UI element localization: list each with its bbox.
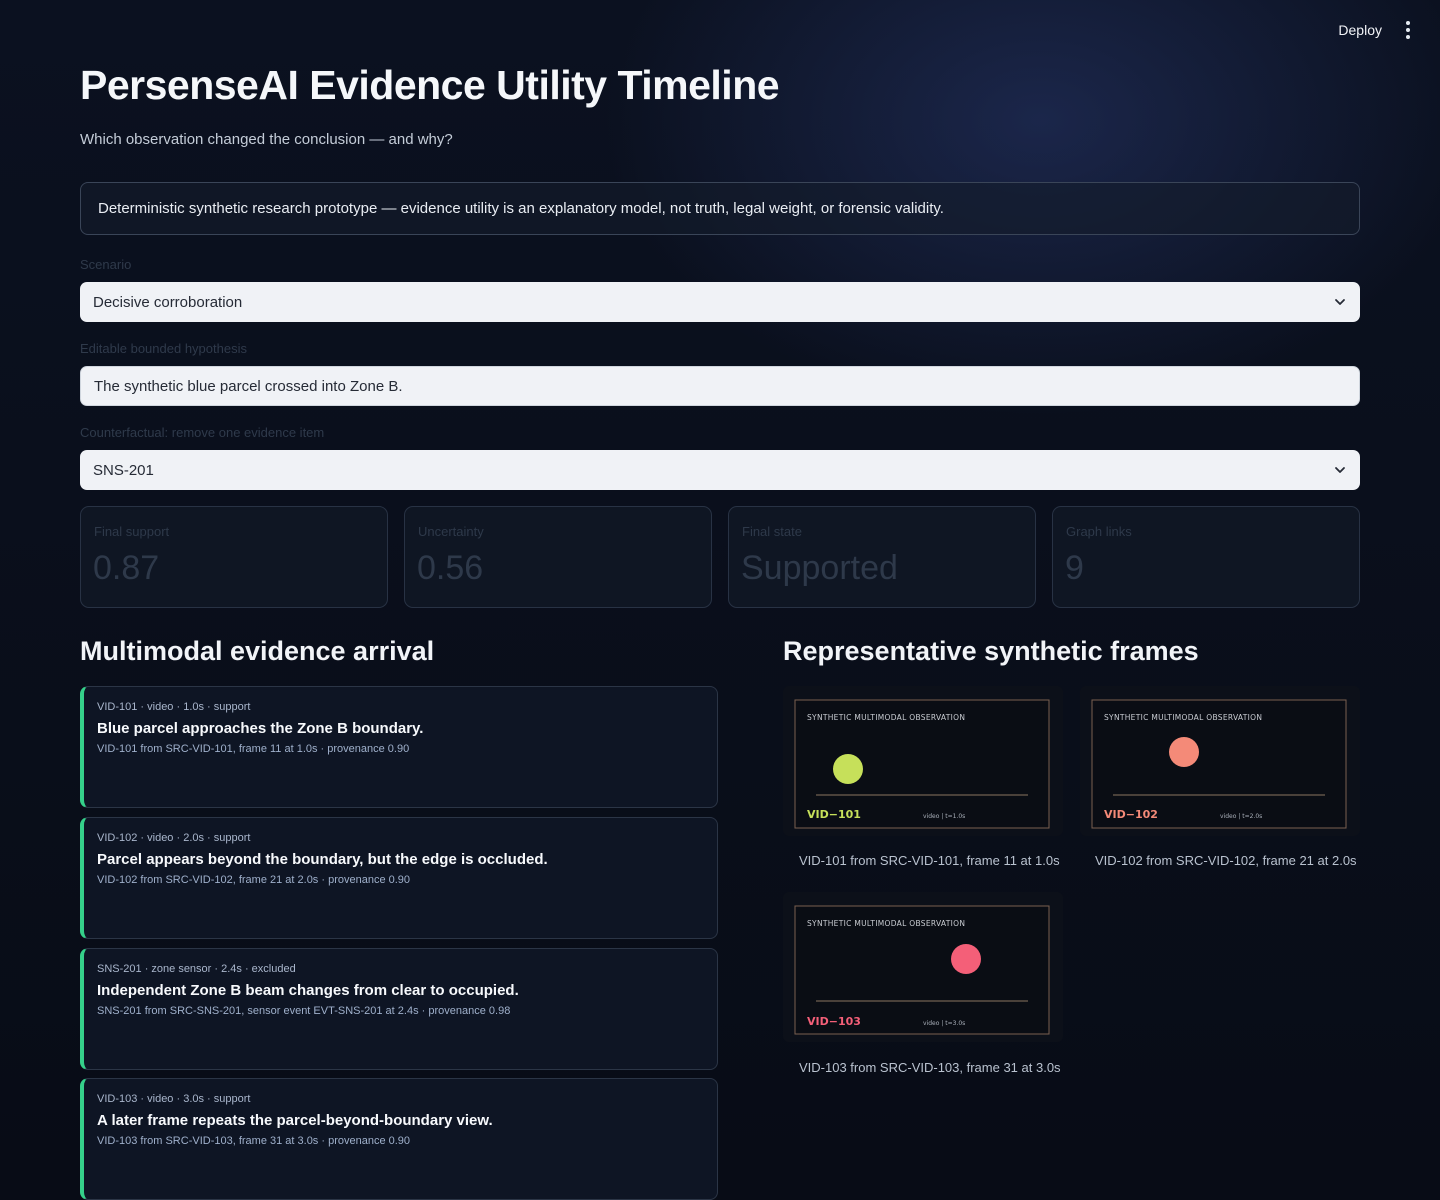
frame-banner: SYNTHETIC MULTIMODAL OBSERVATION xyxy=(807,919,965,928)
hypothesis-input-value: The synthetic blue parcel crossed into Z… xyxy=(94,377,403,395)
scenario-label: Scenario xyxy=(80,257,132,272)
chevron-down-icon xyxy=(1335,467,1345,473)
metric-final-support: Final support 0.87 xyxy=(80,506,388,608)
page-title: PersenseAI Evidence Utility Timeline xyxy=(80,62,780,108)
metric-label: Graph links xyxy=(1066,524,1132,539)
evidence-meta: SNS-201 · zone sensor · 2.4s · excluded xyxy=(97,963,296,975)
parcel-marker xyxy=(951,944,981,974)
evidence-card: VID-102 · video · 2.0s · support Parcel … xyxy=(80,817,718,939)
counterfactual-select[interactable]: SNS-201 xyxy=(80,450,1360,490)
page-subtitle: Which observation changed the conclusion… xyxy=(80,131,453,148)
evidence-provenance: VID-103 from SRC-VID-103, frame 31 at 3.… xyxy=(97,1135,411,1147)
frame-banner: SYNTHETIC MULTIMODAL OBSERVATION xyxy=(1104,713,1262,722)
frame-info: video | t=3.0s xyxy=(923,1020,965,1027)
evidence-headline: Blue parcel approaches the Zone B bounda… xyxy=(97,720,424,737)
evidence-provenance: VID-102 from SRC-VID-102, frame 21 at 2.… xyxy=(97,874,411,886)
top-toolbar: Deploy xyxy=(1338,0,1440,60)
evidence-headline: Parcel appears beyond the boundary, but … xyxy=(97,851,548,868)
synthetic-frame-image: SYNTHETIC MULTIMODAL OBSERVATION VID−103… xyxy=(783,892,1063,1042)
deploy-button[interactable]: Deploy xyxy=(1338,22,1382,38)
synthetic-frame-image: SYNTHETIC MULTIMODAL OBSERVATION VID−102… xyxy=(1080,686,1360,836)
hypothesis-label: Editable bounded hypothesis xyxy=(80,341,247,356)
evidence-headline: Independent Zone B beam changes from cle… xyxy=(97,982,519,999)
evidence-provenance: SNS-201 from SRC-SNS-201, sensor event E… xyxy=(97,1005,511,1017)
main-menu-icon[interactable] xyxy=(1400,20,1416,40)
frames-section-heading: Representative synthetic frames xyxy=(783,636,1199,666)
metric-label: Uncertainty xyxy=(418,524,484,539)
metric-graph-links: Graph links 9 xyxy=(1052,506,1360,608)
evidence-card: VID-103 · video · 3.0s · support A later… xyxy=(80,1078,718,1200)
parcel-marker xyxy=(1169,737,1199,767)
frame-info: video | t=1.0s xyxy=(923,813,965,820)
counterfactual-label: Counterfactual: remove one evidence item xyxy=(80,425,325,440)
evidence-meta: VID-102 · video · 2.0s · support xyxy=(97,832,251,844)
scenario-select-value: Decisive corroboration xyxy=(93,293,243,311)
metric-value: 0.56 xyxy=(417,549,484,587)
metric-value: Supported xyxy=(741,549,898,587)
frame-caption: VID-102 from SRC-VID-102, frame 21 at 2.… xyxy=(1095,853,1357,868)
evidence-provenance: VID-101 from SRC-VID-101, frame 11 at 1.… xyxy=(97,743,410,755)
metric-value: 0.87 xyxy=(93,549,160,587)
evidence-meta: VID-103 · video · 3.0s · support xyxy=(97,1093,251,1105)
evidence-card: SNS-201 · zone sensor · 2.4s · excluded … xyxy=(80,948,718,1070)
metric-value: 9 xyxy=(1065,549,1084,587)
metric-label: Final state xyxy=(742,524,802,539)
metric-uncertainty: Uncertainty 0.56 xyxy=(404,506,712,608)
frame-id: VID−102 xyxy=(1104,808,1158,821)
evidence-card: VID-101 · video · 1.0s · support Blue pa… xyxy=(80,686,718,808)
counterfactual-select-value: SNS-201 xyxy=(93,461,154,479)
scenario-select[interactable]: Decisive corroboration xyxy=(80,282,1360,322)
evidence-section-heading: Multimodal evidence arrival xyxy=(80,636,435,666)
frame-id: VID−103 xyxy=(807,1015,861,1028)
parcel-marker xyxy=(833,754,863,784)
frame-banner: SYNTHETIC MULTIMODAL OBSERVATION xyxy=(807,713,965,722)
hypothesis-input[interactable]: The synthetic blue parcel crossed into Z… xyxy=(80,366,1360,406)
disclaimer-text: Deterministic synthetic research prototy… xyxy=(98,200,944,217)
frame-caption: VID-103 from SRC-VID-103, frame 31 at 3.… xyxy=(799,1060,1061,1075)
frame-caption: VID-101 from SRC-VID-101, frame 11 at 1.… xyxy=(799,853,1060,868)
disclaimer-notice: Deterministic synthetic research prototy… xyxy=(80,182,1360,235)
metric-label: Final support xyxy=(94,524,170,539)
evidence-headline: A later frame repeats the parcel-beyond-… xyxy=(97,1112,493,1129)
synthetic-frame-image: SYNTHETIC MULTIMODAL OBSERVATION VID−101… xyxy=(783,686,1063,836)
frame-info: video | t=2.0s xyxy=(1220,813,1262,820)
metric-final-state: Final state Supported xyxy=(728,506,1036,608)
evidence-meta: VID-101 · video · 1.0s · support xyxy=(97,701,251,713)
chevron-down-icon xyxy=(1335,299,1345,305)
frame-id: VID−101 xyxy=(807,808,861,821)
